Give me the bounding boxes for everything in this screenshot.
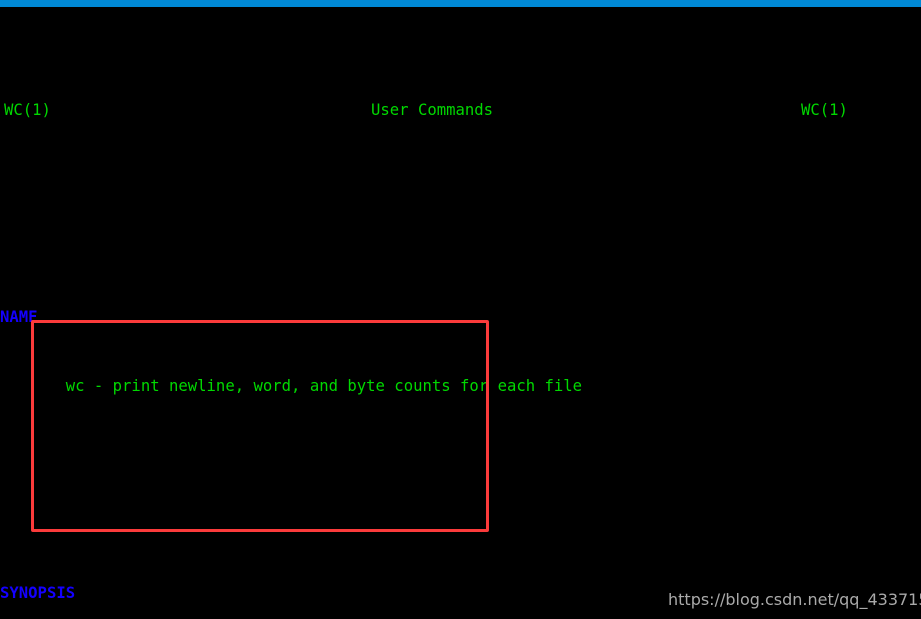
manpage-header-right: WC(1)	[801, 101, 848, 119]
name-heading-text: NAME	[0, 308, 38, 326]
section-heading-synopsis: SYNOPSIS	[0, 582, 921, 605]
manpage-header: WC(1) User Commands WC(1)	[0, 99, 921, 122]
terminal-window: WC(1) User Commands WC(1) NAME wc - prin…	[0, 0, 921, 619]
window-titlebar-strip	[0, 0, 921, 7]
section-heading-name: NAME	[0, 306, 921, 329]
manpage-header-center: User Commands	[371, 101, 494, 119]
name-body-text: wc - print newline, word, and byte count…	[65, 377, 583, 395]
name-body-line: wc - print newline, word, and byte count…	[0, 375, 921, 398]
man-page-content: WC(1) User Commands WC(1) NAME wc - prin…	[0, 7, 921, 619]
synopsis-heading-text: SYNOPSIS	[0, 584, 76, 602]
manpage-header-left: WC(1)	[4, 101, 51, 119]
